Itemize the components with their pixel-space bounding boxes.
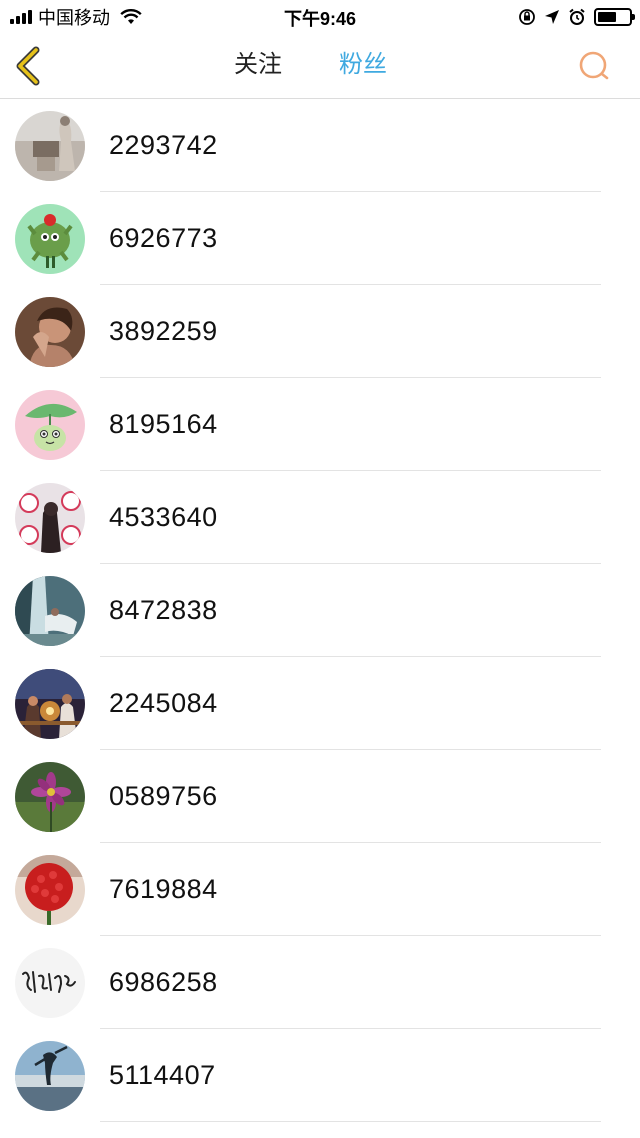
avatar-purple-flower[interactable]	[15, 762, 85, 832]
fan-list: 2293742 6926773 3892259 8195164 4533640 84728…	[0, 99, 640, 1122]
user-id: 4533640	[109, 502, 218, 532]
divider	[100, 1121, 601, 1122]
list-item[interactable]: 6986258	[0, 936, 640, 1029]
nav-bar: 关注 粉丝	[0, 34, 640, 99]
avatar-portrait-photo-image	[15, 297, 85, 367]
tab-fans[interactable]: 粉丝	[339, 50, 387, 80]
avatar-purple-flower-image	[15, 762, 85, 832]
search-icon	[579, 51, 609, 80]
avatar-candlelight-photo-image	[15, 669, 85, 739]
avatar-cartoon-wall-image	[15, 483, 85, 553]
list-item[interactable]: 6926773	[0, 192, 640, 285]
list-item[interactable]: 8195164	[0, 378, 640, 471]
avatar-interior-photo[interactable]	[15, 111, 85, 181]
avatar-calligraphy-image	[15, 948, 85, 1018]
avatar-green-cartoon[interactable]	[15, 204, 85, 274]
user-id: 8195164	[109, 409, 218, 439]
list-item[interactable]: 4533640	[0, 471, 640, 564]
search-button[interactable]	[576, 48, 612, 84]
list-item[interactable]: 0589756	[0, 750, 640, 843]
location-icon	[545, 10, 559, 24]
avatar-green-cartoon-image	[15, 204, 85, 274]
user-id: 8472838	[109, 595, 218, 625]
avatar-frog-cartoon[interactable]	[15, 390, 85, 460]
avatar-interior-photo-image	[15, 111, 85, 181]
user-id: 0589756	[109, 781, 218, 811]
avatar-frog-cartoon-image	[15, 390, 85, 460]
tab-following[interactable]: 关注	[234, 50, 282, 80]
user-id: 2245084	[109, 688, 218, 718]
avatar-red-roses[interactable]	[15, 855, 85, 925]
list-item[interactable]: 7619884	[0, 843, 640, 936]
list-item[interactable]: 8472838	[0, 564, 640, 657]
avatar-sky-silhouette-image	[15, 1041, 85, 1111]
status-right	[518, 6, 635, 28]
user-id: 6926773	[109, 223, 218, 253]
status-bar: 中国移动 下午9:46	[0, 0, 640, 34]
user-id: 2293742	[109, 130, 218, 160]
avatar-waterfall-photo[interactable]	[15, 576, 85, 646]
user-id: 3892259	[109, 316, 218, 346]
chevron-left-icon	[16, 46, 40, 86]
avatar-candlelight-photo[interactable]	[15, 669, 85, 739]
avatar-waterfall-photo-image	[15, 576, 85, 646]
battery-icon	[594, 8, 635, 26]
orientation-lock-icon	[519, 9, 535, 25]
alarm-icon	[569, 8, 585, 25]
avatar-red-roses-image	[15, 855, 85, 925]
list-item[interactable]: 2293742	[0, 99, 640, 192]
list-item[interactable]: 5114407	[0, 1029, 640, 1122]
user-id: 6986258	[109, 967, 218, 997]
list-item[interactable]: 2245084	[0, 657, 640, 750]
back-button[interactable]	[12, 46, 48, 86]
list-item[interactable]: 3892259	[0, 285, 640, 378]
user-id: 5114407	[109, 1060, 216, 1090]
avatar-sky-silhouette[interactable]	[15, 1041, 85, 1111]
avatar-cartoon-wall[interactable]	[15, 483, 85, 553]
battery-level	[598, 12, 616, 22]
user-id: 7619884	[109, 874, 218, 904]
avatar-calligraphy[interactable]	[15, 948, 85, 1018]
avatar-portrait-photo[interactable]	[15, 297, 85, 367]
